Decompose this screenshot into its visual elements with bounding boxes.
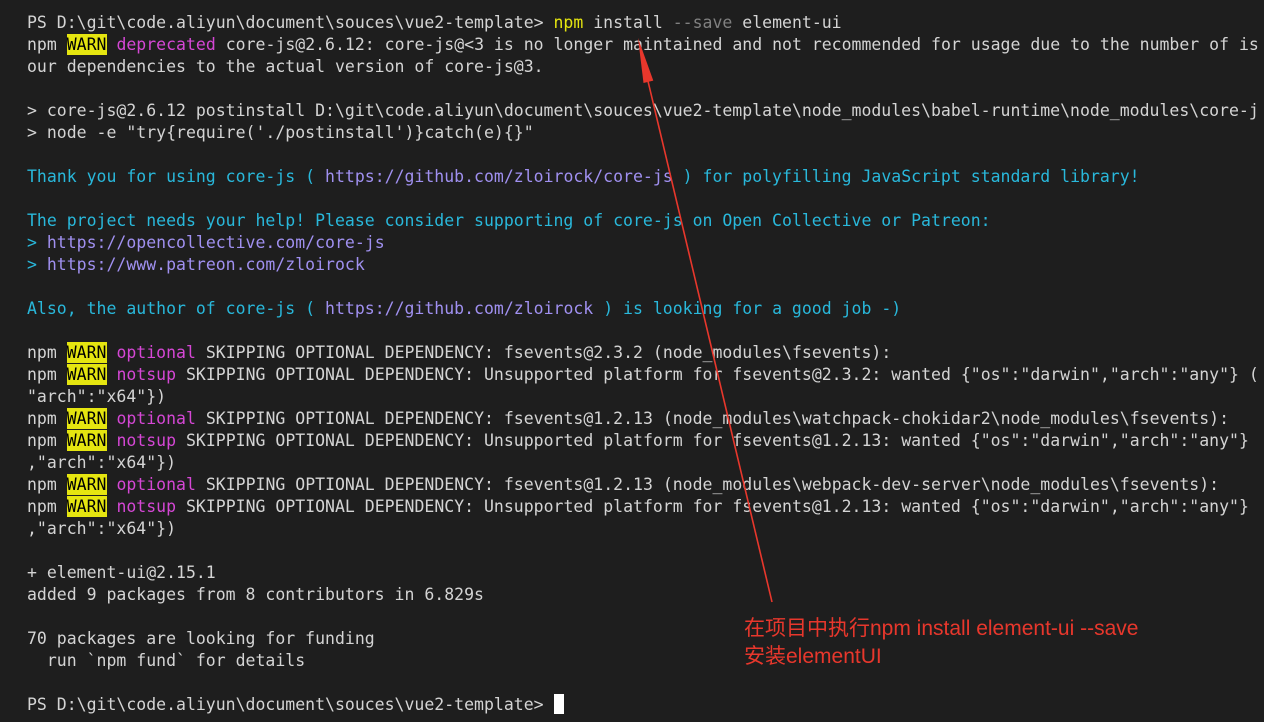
output-line: "arch":"x64"})	[27, 387, 167, 406]
url-link[interactable]: https://opencollective.com/core-js	[47, 233, 385, 252]
install-summary-line: added 9 packages from 8 contributors in …	[27, 585, 484, 604]
warn-tag: deprecated	[116, 35, 216, 54]
output-line: our dependencies to the actual version o…	[27, 57, 544, 76]
warn-message: SKIPPING OPTIONAL DEPENDENCY: Unsupporte…	[185, 431, 1249, 450]
link-marker: >	[27, 233, 37, 252]
command-name: npm	[553, 13, 584, 32]
command-flag: --save	[672, 13, 733, 32]
banner-line: The project needs your help! Please cons…	[27, 211, 991, 230]
command-argument: install	[593, 13, 663, 32]
banner-text: Also, the author of core-js (	[27, 299, 316, 318]
warn-tag: optional	[116, 343, 196, 362]
npm-prefix: npm	[27, 497, 57, 516]
npm-warn-line: npm WARN notsup SKIPPING OPTIONAL DEPEND…	[27, 430, 1264, 452]
warn-badge: WARN	[66, 496, 107, 517]
warn-badge: WARN	[66, 408, 107, 429]
npm-warn-line: npm WARN optional SKIPPING OPTIONAL DEPE…	[27, 474, 1264, 496]
npm-warn-line: npm WARN notsup SKIPPING OPTIONAL DEPEND…	[27, 496, 1264, 518]
npm-warn-line: npm WARN deprecated core-js@2.6.12: core…	[27, 34, 1264, 56]
annotation-text: 在项目中执行npm install element-ui --save	[744, 617, 1139, 640]
npm-prefix: npm	[27, 35, 57, 54]
banner-line: Thank you for using core-js ( https://gi…	[27, 166, 1264, 188]
annotation-text: 安装elementUI	[744, 645, 882, 668]
url-link[interactable]: https://github.com/zloirock	[325, 299, 593, 318]
warn-badge: WARN	[66, 364, 107, 385]
npm-warn-line: npm WARN optional SKIPPING OPTIONAL DEPE…	[27, 408, 1264, 430]
command-argument: element-ui	[742, 13, 842, 32]
banner-link-line: > https://opencollective.com/core-js	[27, 232, 1264, 254]
banner-text: ) is looking for a good job -)	[603, 299, 902, 318]
text-cursor	[553, 694, 564, 714]
url-link[interactable]: https://www.patreon.com/zloirock	[47, 255, 365, 274]
annotation: 在项目中执行npm install element-ui --save 安装el…	[744, 615, 1138, 671]
warn-message: SKIPPING OPTIONAL DEPENDENCY: fsevents@1…	[205, 409, 1230, 428]
terminal-input-line[interactable]: PS D:\git\code.aliyun\document\souces\vu…	[27, 694, 1264, 716]
warn-tag: notsup	[116, 431, 177, 450]
url-link[interactable]: https://github.com/zloirock/core-js	[325, 167, 673, 186]
link-marker: >	[27, 255, 37, 274]
banner-line: Also, the author of core-js ( https://gi…	[27, 298, 1264, 320]
prompt: PS D:\git\code.aliyun\document\souces\vu…	[27, 695, 544, 714]
npm-prefix: npm	[27, 365, 57, 384]
warn-tag: optional	[116, 475, 196, 494]
banner-text: Thank you for using core-js (	[27, 167, 316, 186]
banner-link-line: > https://www.patreon.com/zloirock	[27, 254, 1264, 276]
npm-prefix: npm	[27, 409, 57, 428]
npm-prefix: npm	[27, 475, 57, 494]
warn-badge: WARN	[66, 34, 107, 55]
output-line: ,"arch":"x64"})	[27, 453, 177, 472]
warn-message: SKIPPING OPTIONAL DEPENDENCY: Unsupporte…	[185, 365, 1259, 384]
output-line: > core-js@2.6.12 postinstall D:\git\code…	[27, 101, 1259, 120]
terminal[interactable]: PS D:\git\code.aliyun\document\souces\vu…	[0, 0, 1264, 722]
warn-badge: WARN	[66, 474, 107, 495]
npm-prefix: npm	[27, 343, 57, 362]
npm-warn-line: npm WARN optional SKIPPING OPTIONAL DEPE…	[27, 342, 1264, 364]
warn-badge: WARN	[66, 342, 107, 363]
warn-message: SKIPPING OPTIONAL DEPENDENCY: Unsupporte…	[185, 497, 1249, 516]
banner-text: ) for polyfilling JavaScript standard li…	[682, 167, 1140, 186]
warn-message: SKIPPING OPTIONAL DEPENDENCY: fsevents@2…	[205, 343, 892, 362]
prompt: PS D:\git\code.aliyun\document\souces\vu…	[27, 13, 544, 32]
warn-tag: notsup	[116, 365, 177, 384]
output-line: ,"arch":"x64"})	[27, 519, 177, 538]
npm-prefix: npm	[27, 431, 57, 450]
warn-tag: notsup	[116, 497, 177, 516]
output-line: > node -e "try{require('./postinstall')}…	[27, 123, 534, 142]
warn-tag: optional	[116, 409, 196, 428]
install-result-line: + element-ui@2.15.1	[27, 563, 216, 582]
warn-message: SKIPPING OPTIONAL DEPENDENCY: fsevents@1…	[205, 475, 1220, 494]
npm-warn-line: npm WARN notsup SKIPPING OPTIONAL DEPEND…	[27, 364, 1264, 386]
command-line: PS D:\git\code.aliyun\document\souces\vu…	[27, 12, 1264, 34]
warn-message: core-js@2.6.12: core-js@<3 is no longer …	[225, 35, 1259, 54]
warn-badge: WARN	[66, 430, 107, 451]
